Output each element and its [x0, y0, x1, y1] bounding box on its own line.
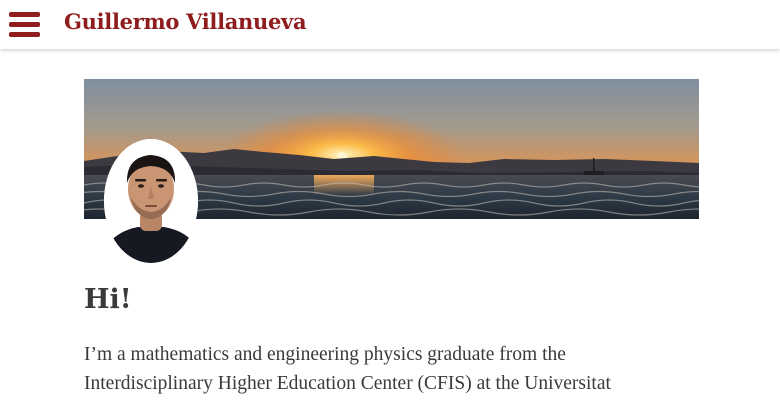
top-navbar: Guillermo Villanueva — [0, 0, 780, 49]
intro-paragraph: I’m a mathematics and engineering physic… — [84, 341, 704, 398]
menu-bar-bottom — [9, 32, 40, 37]
page-heading: Hi! — [84, 284, 132, 315]
site-title-link[interactable]: Guillermo Villanueva — [64, 9, 307, 34]
menu-bar-top — [9, 12, 40, 17]
profile-avatar — [104, 139, 198, 263]
menu-bar-middle — [9, 22, 40, 27]
intro-line-2: Interdisciplinary Higher Education Cente… — [84, 372, 611, 394]
hamburger-menu-icon[interactable] — [9, 12, 40, 38]
intro-line-1: I’m a mathematics and engineering physic… — [84, 344, 566, 365]
